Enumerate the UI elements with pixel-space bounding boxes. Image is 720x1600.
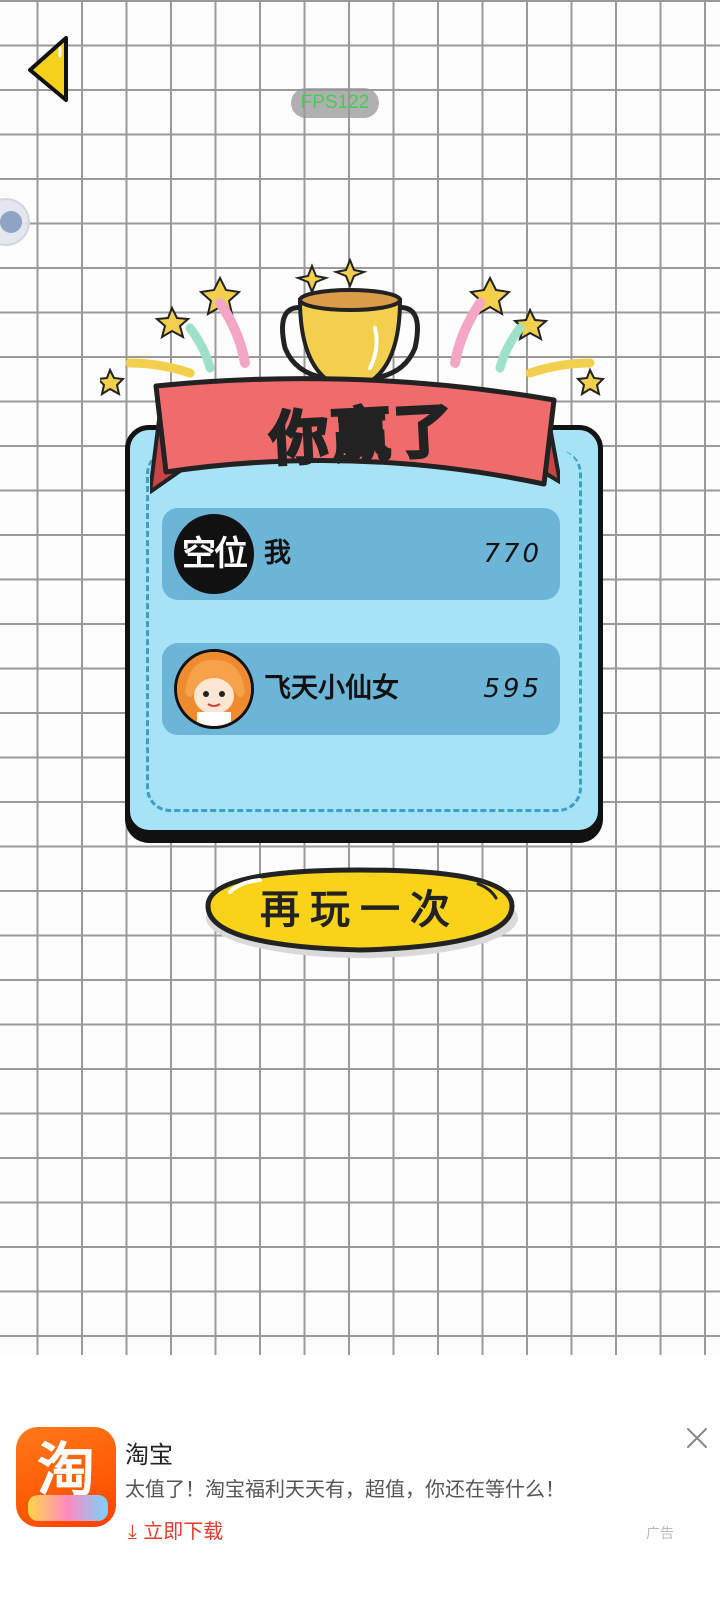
player-name: 飞天小仙女: [264, 673, 399, 704]
player-row: 飞天小仙女 595: [162, 643, 560, 735]
ad-title: 淘宝: [125, 1441, 173, 1469]
victory-title: 你赢了: [267, 395, 459, 476]
back-arrow-icon[interactable]: [24, 34, 74, 106]
avatar-empty-slot: 空位: [174, 514, 254, 594]
close-icon[interactable]: [684, 1425, 710, 1451]
download-now-link[interactable]: ⤓ 立即下载: [128, 1515, 223, 1544]
ad-label: 广告: [646, 1526, 674, 1542]
fps-counter: FPS122: [291, 88, 379, 118]
player-name: 我: [264, 538, 291, 569]
avatar-picture-icon: [177, 652, 251, 726]
replay-button[interactable]: [200, 862, 520, 962]
ad-description: 太值了！淘宝福利天天有，超值，你还在等什么！: [125, 1477, 565, 1501]
player-score: 595: [483, 674, 542, 704]
game-area: FPS122 你赢了 空位 我 770 飞天小仙女 595 再玩一次: [0, 0, 720, 1355]
floating-assist-ball[interactable]: [0, 198, 30, 246]
avatar: [174, 649, 254, 729]
taobao-app-icon[interactable]: 淘: [16, 1427, 116, 1527]
ad-banner[interactable]: 淘 淘宝 太值了！淘宝福利天天有，超值，你还在等什么！ ⤓ 立即下载 广告: [0, 1355, 720, 1600]
player-score: 770: [483, 539, 542, 569]
player-row: 空位 我 770: [162, 508, 560, 600]
gift-decoration-icon: [28, 1495, 108, 1521]
